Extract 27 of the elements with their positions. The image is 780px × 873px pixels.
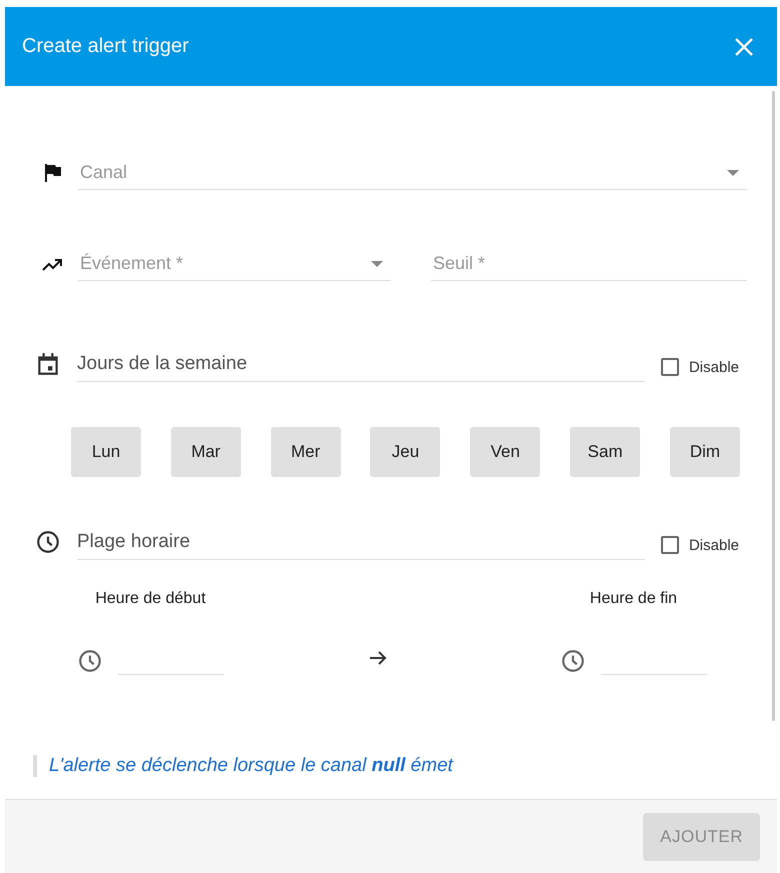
summary-text: L'alerte se déclenche lorsque le canal null émet: [49, 755, 453, 776]
checkbox-label: Disable: [688, 358, 739, 376]
select-field[interactable]: Canal: [78, 156, 747, 190]
start-time-label: Heure de début: [95, 590, 206, 608]
scrollbar[interactable]: [772, 91, 775, 721]
checkbox[interactable]: [660, 358, 679, 376]
end-time-label: Heure de fin: [590, 590, 678, 608]
dialog-title: Create alert trigger: [22, 35, 189, 58]
day-toggle[interactable]: Lun: [71, 427, 141, 477]
clock-icon: [560, 648, 586, 674]
day-toggle[interactable]: Dim: [670, 427, 740, 477]
day-toggle[interactable]: Mer: [270, 427, 341, 477]
clock-icon: [77, 648, 103, 674]
dropdown-caret-icon: [727, 170, 739, 176]
select-field[interactable]: Événement *: [78, 247, 391, 281]
close-icon[interactable]: [733, 36, 755, 58]
day-toggle[interactable]: Mar: [170, 427, 241, 477]
day-toggle[interactable]: Sam: [570, 427, 640, 477]
checkbox-label: Disable: [688, 536, 739, 554]
section-label: Jours de la semaine: [77, 353, 645, 382]
clock-icon: [35, 529, 61, 555]
dropdown-caret-icon: [371, 261, 383, 267]
section-label: Plage horaire: [77, 531, 645, 560]
day-toggle[interactable]: Jeu: [370, 427, 440, 477]
input-field[interactable]: Seuil *: [431, 247, 747, 281]
checkbox[interactable]: [660, 536, 679, 554]
day-toggle[interactable]: Ven: [470, 427, 540, 477]
